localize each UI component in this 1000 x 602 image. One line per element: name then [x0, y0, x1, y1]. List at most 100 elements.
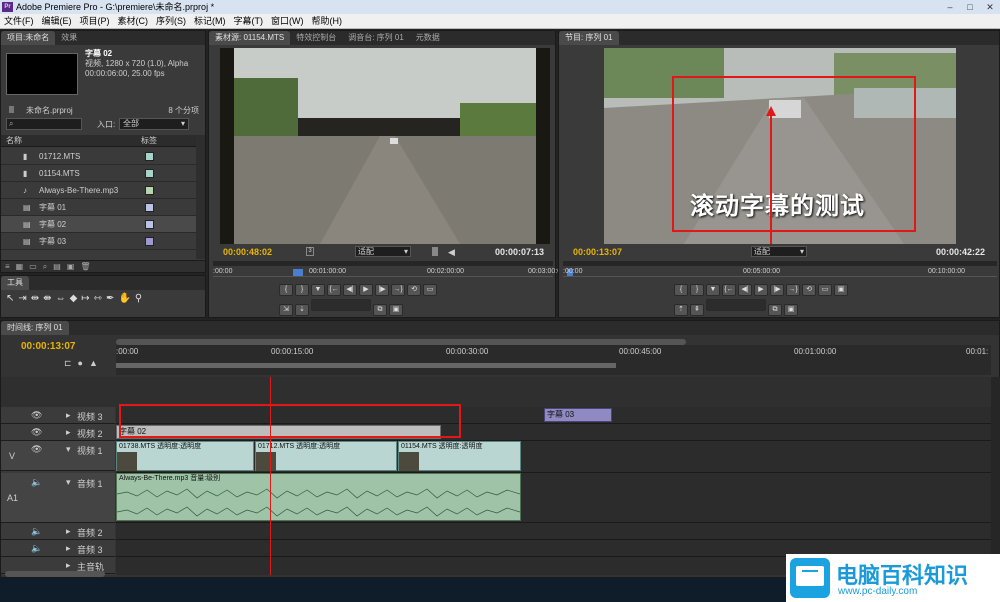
maximize-button[interactable]: □: [960, 0, 980, 14]
menu-file[interactable]: 文件(F): [0, 14, 38, 28]
project-item[interactable]: ▤ 字幕 02: [1, 216, 196, 233]
tab-program[interactable]: 节目: 序列 01: [559, 31, 619, 45]
speaker-icon[interactable]: 🔈: [31, 543, 42, 554]
tab-timeline[interactable]: 时间线: 序列 01: [1, 321, 69, 335]
tab-effect-controls[interactable]: 特效控制台: [290, 31, 342, 45]
menu-sequence[interactable]: 序列(S): [152, 14, 190, 28]
title-03-clip[interactable]: 字幕 03: [544, 408, 612, 422]
extract-icon[interactable]: ⇞: [690, 304, 704, 316]
project-item[interactable]: ▮ 01712.MTS: [1, 148, 196, 165]
source-current-timecode[interactable]: 00:00:48:02: [223, 245, 272, 259]
tab-project[interactable]: 项目:未命名: [1, 31, 56, 45]
label-swatch[interactable]: [145, 186, 154, 195]
go-to-in-icon[interactable]: {←: [722, 284, 736, 296]
slip-tool-icon[interactable]: ↦: [81, 293, 89, 304]
eye-icon[interactable]: 👁: [31, 444, 42, 455]
slide-tool-icon[interactable]: ⇿: [94, 293, 102, 304]
mark-out-icon[interactable]: }: [690, 284, 704, 296]
set-marker-icon[interactable]: ▼: [311, 284, 325, 296]
marker-icon[interactable]: ●: [78, 358, 83, 369]
jog-shuttle[interactable]: [311, 299, 371, 311]
track-zoom-slider[interactable]: [5, 571, 105, 577]
lift-icon[interactable]: ⇡: [674, 304, 688, 316]
project-item[interactable]: ▤ 字幕 03: [1, 233, 196, 250]
safe-margins-icon[interactable]: ▭: [423, 284, 437, 296]
tab-metadata[interactable]: 元数据: [410, 31, 446, 45]
menu-window[interactable]: 窗口(W): [267, 14, 308, 28]
col-label[interactable]: 标签: [141, 135, 157, 147]
play-icon[interactable]: ▶: [359, 284, 373, 296]
timeline-current-timecode[interactable]: 00:00:13:07: [21, 341, 75, 352]
step-forward-icon[interactable]: |▶: [770, 284, 784, 296]
marker-icon[interactable]: 3: [306, 247, 314, 256]
program-current-timecode[interactable]: 00:00:13:07: [573, 245, 622, 259]
col-name[interactable]: 名称: [6, 135, 22, 147]
search-input[interactable]: ⌕: [6, 118, 82, 130]
close-button[interactable]: ✕: [980, 0, 1000, 14]
pen-tool-icon[interactable]: ✒: [106, 293, 114, 304]
menu-marker[interactable]: 标记(M): [190, 14, 230, 28]
zoom-tool-icon[interactable]: ⚲: [135, 293, 142, 304]
go-to-out-icon[interactable]: →}: [391, 284, 405, 296]
go-to-out-icon[interactable]: →}: [786, 284, 800, 296]
tab-tools[interactable]: 工具: [1, 276, 29, 290]
track-select-tool-icon[interactable]: ⇥: [18, 293, 26, 304]
hand-tool-icon[interactable]: ✋: [118, 293, 130, 304]
automate-icon[interactable]: ▭: [29, 261, 37, 272]
menu-help[interactable]: 帮助(H): [308, 14, 347, 28]
clear-icon[interactable]: 🗑: [80, 261, 90, 272]
program-zoom-select[interactable]: 适配 ▾: [751, 246, 807, 257]
tab-audio-mixer[interactable]: 调音台: 序列 01: [342, 31, 410, 45]
play-icon[interactable]: ▶: [754, 284, 768, 296]
step-back-icon[interactable]: ◀|: [343, 284, 357, 296]
label-swatch[interactable]: [145, 220, 154, 229]
mark-in-icon[interactable]: {: [674, 284, 688, 296]
tab-effects[interactable]: 效果: [55, 31, 83, 45]
new-item-icon[interactable]: ▣: [67, 261, 75, 272]
find-icon[interactable]: ⌕: [43, 261, 47, 272]
video-clip[interactable]: 01154.MTS 透明度:透明度: [398, 441, 521, 471]
loop-icon[interactable]: ⟲: [407, 284, 421, 296]
in-select[interactable]: 全部 ▾: [119, 118, 189, 130]
audio-icon[interactable]: ◀: [448, 245, 455, 259]
set-marker-icon[interactable]: ▲: [89, 358, 98, 369]
step-forward-icon[interactable]: |▶: [375, 284, 389, 296]
project-item[interactable]: ▮ 01154.MTS: [1, 165, 196, 182]
speaker-icon[interactable]: 🔈: [31, 526, 42, 537]
video-clip[interactable]: 01712.MTS 透明度:透明度: [255, 441, 397, 471]
tab-source[interactable]: 素材源: 01154.MTS: [209, 31, 291, 45]
menu-clip[interactable]: 素材(C): [114, 14, 153, 28]
export-frame-icon[interactable]: ▣: [784, 304, 798, 316]
new-bin-icon[interactable]: ▤: [53, 261, 61, 272]
timeline-scrollbar[interactable]: [991, 377, 1000, 575]
output-icon[interactable]: ▣: [834, 284, 848, 296]
menu-title[interactable]: 字幕(T): [230, 14, 268, 28]
label-swatch[interactable]: [145, 169, 154, 178]
label-swatch[interactable]: [145, 203, 154, 212]
trim-icon[interactable]: ⧉: [768, 304, 782, 316]
project-scrollbar[interactable]: [196, 135, 205, 259]
project-item[interactable]: ♪ Always-Be-There.mp3: [1, 182, 196, 199]
snap-icon[interactable]: ⊏: [64, 358, 72, 369]
selection-tool-icon[interactable]: ↖: [6, 293, 14, 304]
eye-icon[interactable]: 👁: [31, 427, 42, 438]
project-item[interactable]: ▤ 字幕 01: [1, 199, 196, 216]
label-swatch[interactable]: [145, 152, 154, 161]
jog-shuttle[interactable]: [706, 299, 766, 311]
video-target-label[interactable]: V: [9, 451, 15, 461]
label-swatch[interactable]: [145, 237, 154, 246]
eye-icon[interactable]: 👁: [31, 410, 42, 421]
set-marker-icon[interactable]: ▼: [706, 284, 720, 296]
go-to-in-icon[interactable]: {←: [327, 284, 341, 296]
menu-edit[interactable]: 编辑(E): [38, 14, 76, 28]
work-area-bar[interactable]: [116, 363, 616, 368]
source-playhead[interactable]: [293, 269, 303, 276]
audio-target-label[interactable]: A1: [7, 493, 18, 503]
menu-project[interactable]: 项目(P): [76, 14, 114, 28]
timeline-playhead[interactable]: [270, 377, 271, 575]
output-icon[interactable]: [432, 247, 438, 256]
mark-out-icon[interactable]: }: [295, 284, 309, 296]
safe-margins-icon[interactable]: ▭: [818, 284, 832, 296]
audio-clip[interactable]: Always-Be-There.mp3 音量:级别: [116, 473, 521, 521]
list-view-icon[interactable]: ≡: [5, 261, 10, 272]
